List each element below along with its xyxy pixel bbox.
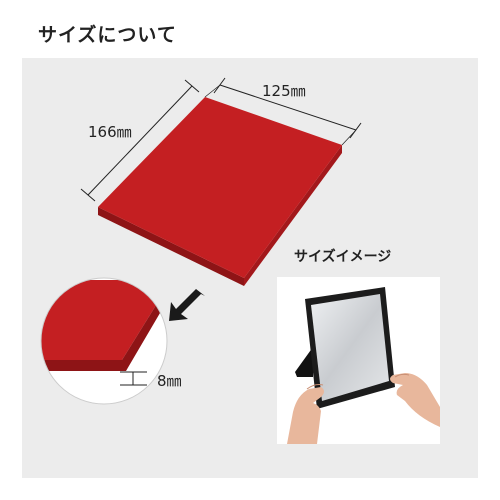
mirror-stand [295, 347, 313, 377]
mirror-illustration [287, 287, 440, 444]
height-label: 166㎜ [88, 123, 132, 141]
size-image-photo [277, 277, 440, 444]
left-hand [287, 384, 324, 444]
width-label: 125㎜ [262, 82, 306, 100]
zoom-arrow-icon [169, 289, 205, 321]
thickness-zoom-circle [40, 277, 168, 405]
size-image-caption: サイズイメージ [294, 249, 392, 265]
right-hand [390, 373, 440, 427]
thickness-label: 8㎜ [157, 372, 182, 390]
